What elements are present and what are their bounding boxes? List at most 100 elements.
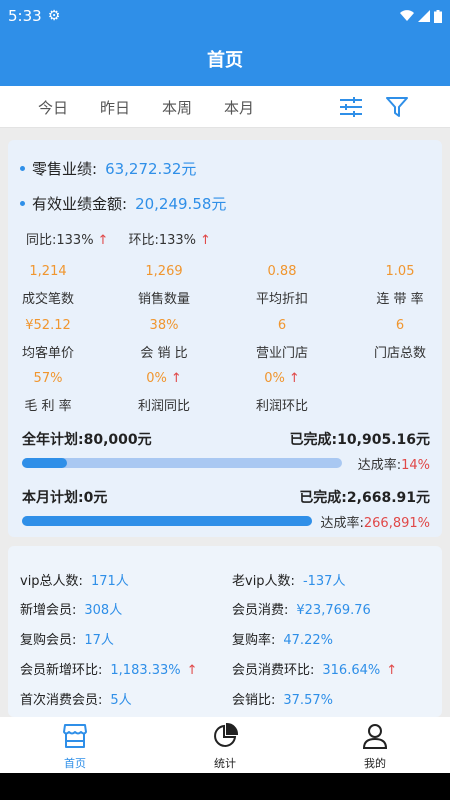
member-repurchase: 复购会员: 17人 — [20, 629, 114, 648]
wifi-icon — [400, 10, 414, 21]
metric-value: 57% — [33, 371, 63, 386]
member-repurchase-label: 复购会员: — [20, 633, 77, 648]
member-new-mom: 会员新增环比: 1,183.33% ↑ — [20, 659, 198, 678]
trend-up-icon: ↑ — [170, 371, 182, 386]
member-spend-mom-label: 会员消费环比: — [232, 663, 315, 678]
member-sales-ratio: 会销比: 37.57% — [232, 689, 333, 708]
member-repurchase-rate-value: 47.22% — [283, 633, 333, 648]
metric-value: 0% — [146, 371, 167, 386]
metric-member-sales-ratio: 38% 会 销 比 — [114, 318, 214, 361]
metric-profit-yoy: 0% ↑ 利润同比 — [114, 371, 214, 414]
metric-label: 连 带 率 — [376, 292, 424, 307]
member-stats-card: vip总人数: 171人 老vip人数: -137人 新增会员: 308人 会员消费:… — [8, 546, 442, 717]
month-plan-progress-track — [22, 516, 312, 526]
member-spend: 会员消费: ¥23,769.76 — [232, 599, 371, 618]
metric-deal-count: 1,214 成交笔数 — [0, 264, 98, 307]
member-new-label: 新增会员: — [20, 603, 77, 618]
trend-up-icon: ↑ — [288, 371, 300, 386]
sales-overview-card: 零售业绩: 63,272.32元 有效业绩金额: 20,249.58元 同比:1… — [8, 140, 442, 537]
system-nav-bar — [0, 773, 450, 800]
member-first-purchase-label: 首次消费会员: — [20, 693, 103, 708]
compare-row: 同比:133% ↑ 环比:133% ↑ — [26, 229, 211, 248]
metric-value: 0% — [264, 371, 285, 386]
metric-total-stores: 6 门店总数 — [350, 318, 450, 361]
filter-icon[interactable] — [384, 94, 410, 120]
page-title: 首页 — [207, 50, 243, 71]
month-plan-row: 本月计划:0元 已完成:2,668.91元 — [22, 487, 430, 507]
member-repurchase-rate-label: 复购率: — [232, 633, 276, 648]
metric-value: ¥52.12 — [25, 318, 71, 333]
member-new-mom-label: 会员新增环比: — [20, 663, 103, 678]
year-plan-row: 全年计划:80,000元 已完成:10,905.16元 — [22, 429, 430, 449]
settings-gear-icon: ⚙ — [47, 8, 61, 24]
metric-label: 门店总数 — [373, 346, 426, 361]
month-plan-rate-label: 达成率: — [320, 516, 364, 531]
tab-this-week[interactable]: 本周 — [162, 97, 224, 118]
year-plan-progress-fill — [22, 458, 67, 468]
member-sales-ratio-value: 37.57% — [283, 693, 333, 708]
year-plan-progress-track — [22, 458, 342, 468]
status-bar: 5:33 ⚙ — [0, 0, 450, 32]
metric-value: 1,214 — [29, 264, 67, 279]
member-old-vip: 老vip人数: -137人 — [232, 570, 345, 589]
bullet-dot — [20, 166, 25, 171]
year-plan-rate-label: 达成率: — [357, 458, 402, 473]
pie-chart-icon — [214, 723, 238, 747]
metric-value: 1.05 — [385, 264, 415, 279]
year-plan-rate-value: 14% — [401, 458, 430, 473]
member-new-mom-value: 1,183.33% — [110, 663, 181, 678]
trend-up-icon: ↑ — [97, 233, 109, 248]
member-first-purchase: 首次消费会员: 5人 — [20, 689, 132, 708]
member-first-purchase-value: 5人 — [110, 693, 132, 708]
year-plan-label: 全年计划:80,000元 — [22, 432, 152, 448]
metric-label: 营业门店 — [255, 346, 308, 361]
metric-label: 销售数量 — [137, 292, 190, 307]
yoy-text: 同比:133% — [26, 233, 94, 248]
trend-up-icon: ↑ — [200, 233, 211, 248]
nav-stats[interactable]: 统计 — [150, 717, 300, 773]
metric-label: 会 销 比 — [140, 346, 188, 361]
tab-yesterday[interactable]: 昨日 — [100, 97, 162, 118]
metric-profit-mom: 0% ↑ 利润环比 — [232, 371, 332, 414]
nav-home[interactable]: 首页 — [0, 717, 150, 773]
member-spend-mom: 会员消费环比: 316.64% ↑ — [232, 659, 397, 678]
status-time: 5:33 — [8, 7, 42, 25]
metric-value: 0.88 — [267, 264, 297, 279]
month-plan-rate: 达成率:266,891% — [320, 512, 430, 531]
member-spend-value: ¥23,769.76 — [296, 603, 371, 618]
metric-open-stores: 6 营业门店 — [232, 318, 332, 361]
effective-performance-value: 20,249.58元 — [135, 195, 227, 213]
retail-performance-row: 零售业绩: 63,272.32元 — [20, 158, 196, 179]
nav-mine-label: 我的 — [364, 757, 386, 770]
bottom-nav: 首页 统计 我的 — [0, 717, 450, 773]
metric-label: 均客单价 — [21, 346, 74, 361]
month-plan-rate-value: 266,891% — [363, 516, 430, 531]
mom-text: 环比:133% — [128, 233, 196, 248]
nav-mine[interactable]: 我的 — [300, 717, 450, 773]
member-vip-total-label: vip总人数: — [20, 574, 83, 589]
metric-value: 6 — [277, 318, 287, 333]
signal-icon — [418, 10, 430, 22]
battery-icon — [434, 9, 442, 23]
metric-attach-rate: 1.05 连 带 率 — [350, 264, 450, 307]
trend-up-icon: ↑ — [386, 663, 398, 678]
nav-stats-label: 统计 — [214, 757, 236, 770]
metric-label: 平均折扣 — [255, 292, 308, 307]
app-bar: 首页 — [0, 32, 450, 86]
member-old-vip-label: 老vip人数: — [232, 574, 295, 589]
month-plan-label: 本月计划:0元 — [22, 490, 108, 506]
member-repurchase-value: 17人 — [84, 633, 114, 648]
year-plan-rate: 达成率:14% — [358, 454, 430, 473]
month-plan-done: 已完成:2,668.91元 — [299, 490, 430, 506]
adjust-sliders-icon[interactable] — [338, 94, 364, 120]
tab-today[interactable]: 今日 — [38, 97, 100, 118]
metric-sales-quantity: 1,269 销售数量 — [114, 264, 214, 307]
member-repurchase-rate: 复购率: 47.22% — [232, 629, 333, 648]
month-plan-progress-fill — [22, 516, 312, 526]
metric-gross-margin: 57% 毛 利 率 — [0, 371, 98, 414]
metric-label: 毛 利 率 — [24, 399, 72, 414]
year-plan-done: 已完成:10,905.16元 — [289, 432, 430, 448]
tab-this-month[interactable]: 本月 — [224, 97, 286, 118]
member-spend-label: 会员消费: — [232, 603, 289, 618]
member-sales-ratio-label: 会销比: — [232, 693, 276, 708]
